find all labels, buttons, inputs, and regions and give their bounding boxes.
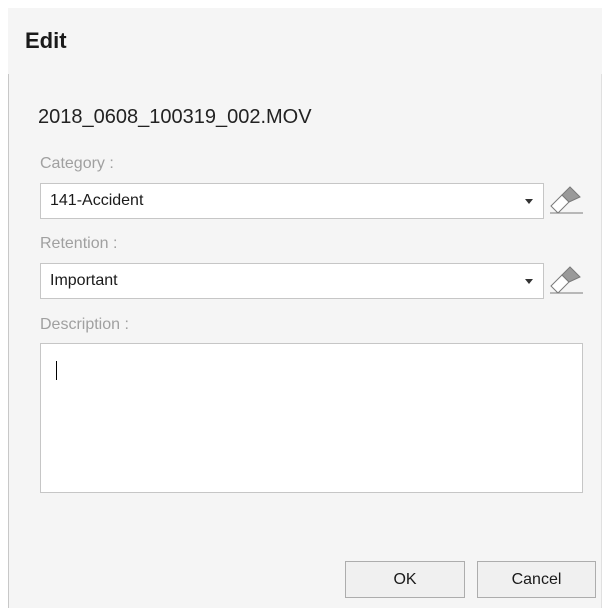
description-textarea[interactable] <box>40 343 583 493</box>
text-caret <box>56 361 57 380</box>
edit-dialog <box>8 8 602 608</box>
eraser-icon <box>550 266 583 294</box>
eraser-icon <box>550 186 583 214</box>
category-select[interactable]: 141-Accident <box>40 183 544 219</box>
clear-retention-button[interactable] <box>550 266 584 294</box>
dialog-title-bar <box>8 8 602 74</box>
category-value: 141-Accident <box>50 192 144 209</box>
dialog-title: Edit <box>25 28 67 53</box>
retention-label: Retention : <box>40 235 118 252</box>
chevron-down-icon <box>525 279 533 284</box>
ok-button[interactable]: OK <box>345 561 465 598</box>
clear-category-button[interactable] <box>550 186 584 214</box>
category-label: Category : <box>40 155 114 172</box>
retention-value: Important <box>50 272 118 289</box>
chevron-down-icon <box>525 199 533 204</box>
description-label: Description : <box>40 316 129 333</box>
file-name: 2018_0608_100319_002.MOV <box>38 106 312 128</box>
cancel-button[interactable]: Cancel <box>477 561 596 598</box>
retention-select[interactable]: Important <box>40 263 544 299</box>
